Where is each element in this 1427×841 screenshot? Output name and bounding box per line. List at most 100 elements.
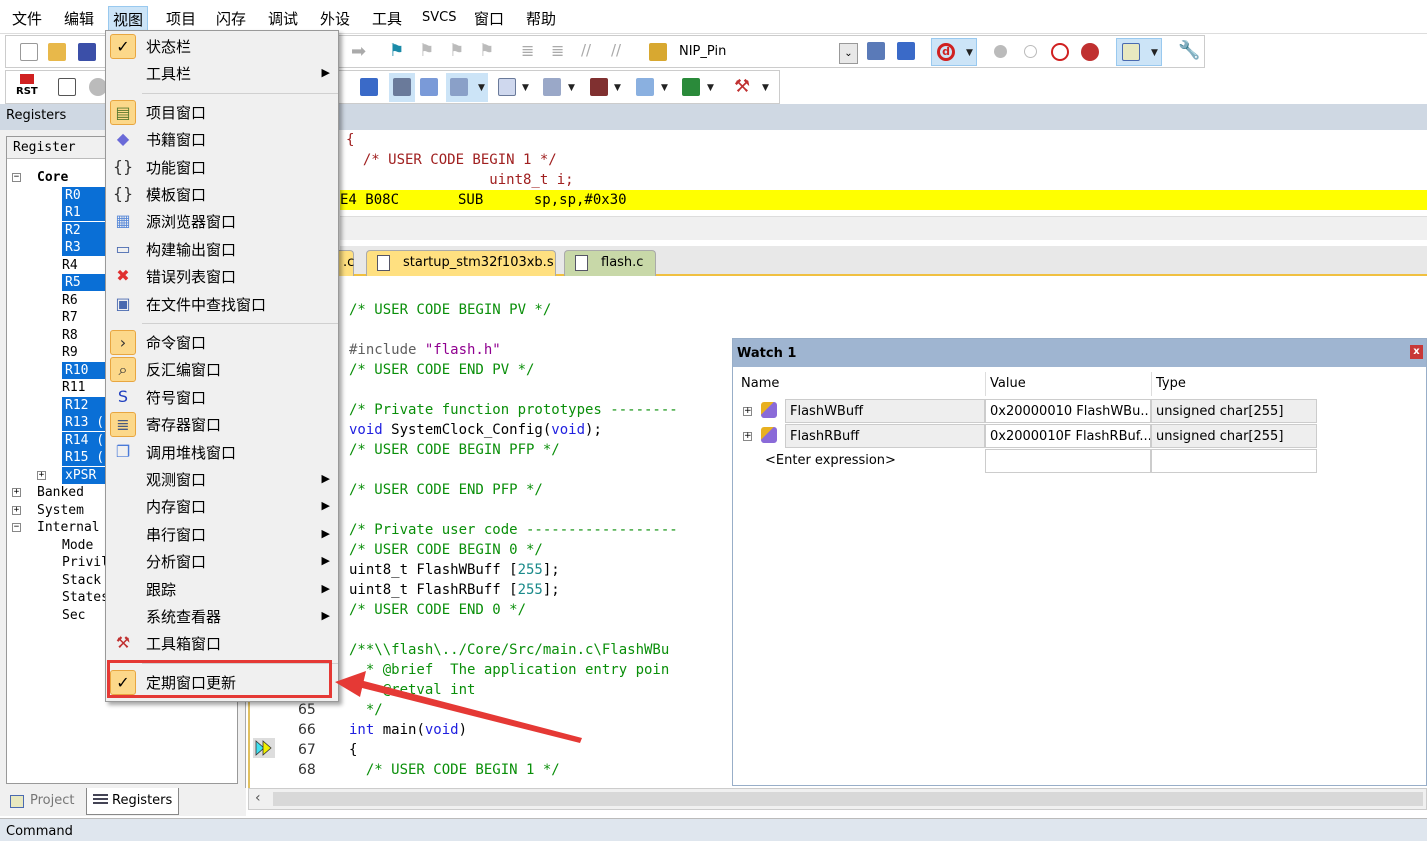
- bookmark-icon[interactable]: ⚑: [389, 41, 404, 61]
- menu-item-7[interactable]: ▦ 源浏览器窗口: [106, 208, 338, 235]
- menu-7[interactable]: 工具: [368, 6, 406, 31]
- register-row[interactable]: R11: [62, 379, 85, 396]
- disassembly-scrollbar[interactable]: [340, 216, 1427, 240]
- menu-2[interactable]: 视图: [108, 6, 149, 33]
- menu-item-21[interactable]: 跟踪 ▶: [106, 576, 338, 603]
- menu-item-13[interactable]: ⌕ 反汇编窗口: [106, 356, 338, 383]
- scrollbar-thumb[interactable]: [273, 792, 1423, 806]
- menu-item-16[interactable]: ❐ 调用堆栈窗口: [106, 439, 338, 466]
- expand-icon[interactable]: +: [12, 488, 21, 497]
- next-bookmark-icon[interactable]: ⚑: [449, 41, 464, 61]
- watch-window-button[interactable]: ▼: [446, 73, 488, 102]
- dropdown-arrow-icon[interactable]: ▼: [1151, 48, 1158, 58]
- column-header-name[interactable]: Name: [737, 372, 985, 396]
- find-in-files-icon[interactable]: [649, 43, 667, 61]
- kill-all-breakpoints-icon[interactable]: [1081, 43, 1099, 61]
- enable-breakpoint-icon[interactable]: [1024, 45, 1037, 58]
- menu-10[interactable]: 帮助: [522, 6, 560, 31]
- expand-icon[interactable]: +: [743, 432, 752, 441]
- dropdown-arrow-icon[interactable]: ▼: [661, 83, 668, 93]
- register-row[interactable]: Banked: [37, 484, 84, 501]
- menu-4[interactable]: 闪存: [212, 6, 250, 31]
- register-row[interactable]: Privil: [62, 554, 109, 571]
- collapse-icon[interactable]: −: [12, 173, 21, 182]
- register-row[interactable]: R9: [62, 344, 78, 361]
- call-stack-icon[interactable]: [420, 78, 438, 96]
- menu-item-1[interactable]: 工具栏 ▶: [106, 60, 338, 87]
- editor-tab[interactable]: startup_stm32f103xb.s: [366, 250, 556, 276]
- menu-1[interactable]: 编辑: [60, 6, 98, 31]
- register-row[interactable]: R6: [62, 292, 78, 309]
- register-row[interactable]: R7: [62, 309, 78, 326]
- insert-breakpoint-icon[interactable]: [994, 45, 1007, 58]
- register-row[interactable]: System: [37, 502, 84, 519]
- watch-value-cell[interactable]: 0x20000010 FlashWBu...: [985, 399, 1151, 423]
- menu-item-15[interactable]: ≣ 寄存器窗口: [106, 411, 338, 438]
- expand-icon[interactable]: +: [12, 505, 21, 515]
- watch-name-cell[interactable]: FlashRBuff: [785, 424, 985, 448]
- column-header-type[interactable]: Type: [1151, 372, 1317, 396]
- comment-icon[interactable]: //: [581, 41, 591, 59]
- menu-item-0[interactable]: ✓ 状态栏: [106, 33, 338, 60]
- run-to-cursor-icon[interactable]: [58, 78, 76, 96]
- watch-type-cell[interactable]: unsigned char[255]: [1151, 424, 1317, 448]
- dropdown-arrow-icon[interactable]: ▼: [707, 83, 714, 93]
- target-dropdown[interactable]: ⌄: [839, 43, 858, 64]
- dropdown-arrow-icon[interactable]: ▼: [478, 83, 485, 93]
- scroll-left-icon[interactable]: ‹: [255, 790, 261, 806]
- register-row[interactable]: Stack: [62, 572, 101, 589]
- disable-all-breakpoints-icon[interactable]: [1051, 43, 1069, 61]
- expand-icon[interactable]: +: [37, 470, 46, 480]
- menu-item-23[interactable]: ⚒ 工具箱窗口: [106, 630, 338, 657]
- menu-0[interactable]: 文件: [8, 6, 46, 31]
- menu-item-6[interactable]: {} 模板窗口: [106, 181, 338, 208]
- open-folder-icon[interactable]: [48, 43, 66, 61]
- menu-item-12[interactable]: › 命令窗口: [106, 329, 338, 356]
- editor-tab[interactable]: flash.c: [564, 250, 656, 276]
- forward-arrow-icon[interactable]: ➡: [351, 41, 366, 62]
- menu-item-18[interactable]: 内存窗口 ▶: [106, 493, 338, 520]
- symbols-window-icon[interactable]: [360, 78, 378, 96]
- menu-9[interactable]: 窗口: [470, 6, 508, 31]
- incremental-find-icon[interactable]: [897, 42, 915, 60]
- menu-item-19[interactable]: 串行窗口 ▶: [106, 521, 338, 548]
- registers-window-button[interactable]: [389, 73, 415, 102]
- close-icon[interactable]: x: [1410, 345, 1423, 359]
- uncomment-icon[interactable]: //: [611, 41, 621, 59]
- register-row[interactable]: R4: [62, 257, 78, 274]
- tab-registers[interactable]: Registers: [86, 788, 180, 815]
- menu-item-20[interactable]: 分析窗口 ▶: [106, 548, 338, 575]
- menu-item-8[interactable]: ▭ 构建输出窗口: [106, 236, 338, 263]
- collapse-icon[interactable]: −: [12, 523, 21, 532]
- dropdown-arrow-icon[interactable]: ▼: [522, 83, 529, 93]
- find-icon[interactable]: [867, 42, 885, 60]
- menu-item-3[interactable]: ▤ 项目窗口: [106, 99, 338, 126]
- serial-window-icon[interactable]: [543, 78, 561, 96]
- register-row[interactable]: Sec: [62, 607, 85, 624]
- memory-window-icon[interactable]: [498, 78, 516, 96]
- menu-3[interactable]: 项目: [162, 6, 200, 31]
- save-icon[interactable]: [78, 43, 96, 61]
- watch-type-cell[interactable]: unsigned char[255]: [1151, 399, 1317, 423]
- register-row[interactable]: Mode: [62, 537, 93, 554]
- toolbox-icon[interactable]: ⚒: [734, 76, 750, 97]
- menu-item-10[interactable]: ▣ 在文件中查找窗口: [106, 291, 338, 318]
- menu-item-22[interactable]: 系统查看器 ▶: [106, 603, 338, 630]
- tab-project[interactable]: Project: [4, 790, 78, 814]
- enter-expression[interactable]: <Enter expression>: [761, 449, 896, 473]
- system-viewer-icon[interactable]: [682, 78, 700, 96]
- menu-item-14[interactable]: S 符号窗口: [106, 384, 338, 411]
- register-row[interactable]: Internal: [37, 519, 100, 536]
- dropdown-arrow-icon[interactable]: ▼: [762, 83, 769, 93]
- trace-window-icon[interactable]: [636, 78, 654, 96]
- analysis-window-icon[interactable]: [590, 78, 608, 96]
- prev-bookmark-icon[interactable]: ⚑: [419, 41, 434, 61]
- disassembly-window[interactable]: { /* USER CODE BEGIN 1 */ uint8_t i; E4 B…: [340, 130, 1427, 216]
- menu-8[interactable]: SVCS: [418, 8, 460, 27]
- reset-button[interactable]: RST: [16, 86, 38, 97]
- unindent-icon[interactable]: ≣: [551, 41, 564, 60]
- target-name[interactable]: NIP_Pin: [679, 44, 726, 59]
- configure-icon[interactable]: 🔧: [1178, 40, 1200, 61]
- debug-session-button[interactable]: d ▼: [931, 38, 977, 66]
- indent-icon[interactable]: ≣: [521, 41, 534, 60]
